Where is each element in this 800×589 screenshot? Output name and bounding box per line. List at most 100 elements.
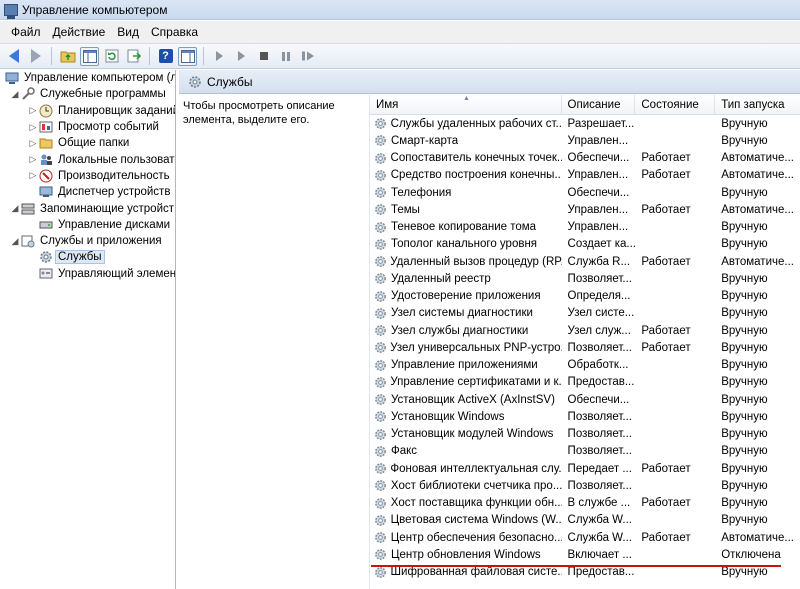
- service-row[interactable]: Хост поставщика функции обн... В службе .…: [370, 495, 800, 512]
- expand-icon[interactable]: ▷: [28, 154, 38, 165]
- service-row[interactable]: Темы Управлен... Работает Автоматиче...: [370, 201, 800, 218]
- service-row[interactable]: Управление сертификатами и к... Предостав…: [370, 374, 800, 391]
- service-row[interactable]: Управление приложениями Обработк... Вручну…: [370, 357, 800, 374]
- up-folder-icon[interactable]: [58, 47, 77, 66]
- tree-item[interactable]: ▷ Производительность: [0, 168, 175, 184]
- column-description[interactable]: Описание: [562, 95, 636, 114]
- service-row[interactable]: Теневое копирование тома Управлен... Вручн…: [370, 219, 800, 236]
- service-name: Узел системы диагностики: [391, 307, 533, 320]
- show-hide-tree-icon[interactable]: [80, 46, 99, 66]
- tree-item[interactable]: ▷ Общие папки: [0, 135, 175, 151]
- column-status[interactable]: Состояние: [635, 95, 716, 114]
- service-row[interactable]: Службы удаленных рабочих ст... Разрешает.…: [370, 115, 800, 132]
- tree-item[interactable]: Службы: [0, 249, 175, 265]
- service-row[interactable]: Хост библиотеки счетчика про... Позволяет…: [370, 477, 800, 494]
- forward-icon[interactable]: [26, 47, 45, 66]
- menu-action[interactable]: Действие: [47, 25, 112, 39]
- service-description: Управлен...: [567, 203, 629, 216]
- expand-icon[interactable]: ▷: [28, 138, 38, 149]
- service-row[interactable]: Удаленный вызов процедур (RP... Служба R.…: [370, 253, 800, 270]
- service-name-cell: Теневое копирование тома: [370, 221, 562, 234]
- service-status: Работает: [641, 341, 691, 354]
- toolbar-separator: [51, 47, 52, 65]
- show-hide-action-icon[interactable]: [178, 46, 197, 66]
- service-startup-type: Автоматиче...: [721, 255, 794, 268]
- service-row[interactable]: Телефония Обеспечи... Вручную: [370, 184, 800, 201]
- service-description: Узел служ...: [567, 324, 631, 337]
- tree-item[interactable]: Управление дисками: [0, 217, 175, 233]
- start-service-alt-icon[interactable]: [232, 47, 251, 66]
- tree-item[interactable]: ▷ Локальные пользовате: [0, 151, 175, 167]
- event-viewer-icon: [39, 120, 53, 134]
- menu-view[interactable]: Вид: [111, 25, 145, 39]
- tree-item[interactable]: ▷ Просмотр событий: [0, 119, 175, 135]
- service-description: Служба W...: [567, 531, 632, 544]
- collapse-icon[interactable]: ◢: [10, 203, 20, 214]
- service-name: Управление приложениями: [391, 359, 538, 372]
- service-row[interactable]: Тополог канального уровня Создает ка... Вр…: [370, 236, 800, 253]
- service-row[interactable]: Узел универсальных PNP-устро... Позволяет…: [370, 339, 800, 356]
- service-row[interactable]: Узел службы диагностики Узел служ... Работ…: [370, 322, 800, 339]
- export-icon[interactable]: [124, 47, 143, 66]
- service-row[interactable]: Сопоставитель конечных точек... Обеспечи.…: [370, 150, 800, 167]
- tree-item[interactable]: Управляющий элемен: [0, 266, 175, 282]
- service-name-cell: Удаленный вызов процедур (RP...: [370, 255, 562, 268]
- tree-item[interactable]: ◢ Служебные программы: [0, 86, 175, 102]
- service-row[interactable]: Удостоверение приложения Определя... Вручн…: [370, 288, 800, 305]
- service-startup-type: Отключена: [721, 548, 781, 561]
- service-row[interactable]: Факс Позволяет... Вручную: [370, 443, 800, 460]
- service-name-cell: Установщик модулей Windows: [370, 428, 562, 441]
- expand-icon[interactable]: ▷: [28, 105, 38, 116]
- service-description: Предостав...: [567, 376, 635, 389]
- pause-service-icon[interactable]: [276, 47, 295, 66]
- service-row[interactable]: Средство построения конечны... Управлен..…: [370, 167, 800, 184]
- service-row[interactable]: Центр обновления Windows Включает ... Откл…: [370, 546, 800, 563]
- service-startup-type: Автоматиче...: [721, 152, 794, 165]
- service-row[interactable]: Цветовая система Windows (W... Служба W..…: [370, 512, 800, 529]
- service-name-cell: Узел универсальных PNP-устро...: [370, 341, 562, 354]
- service-name: Удаленный реестр: [391, 272, 491, 285]
- tree-item[interactable]: ◢ Службы и приложения: [0, 233, 175, 249]
- tree-item[interactable]: ▷ Планировщик заданий: [0, 103, 175, 119]
- tree-item-label: Производительность: [58, 169, 170, 182]
- stop-service-icon[interactable]: [254, 47, 273, 66]
- service-name-cell: Управление приложениями: [370, 359, 562, 372]
- tree-item[interactable]: Диспетчер устройств: [0, 184, 175, 200]
- start-service-icon[interactable]: [210, 47, 229, 66]
- service-gear-icon: [374, 445, 391, 458]
- service-row[interactable]: Установщик ActiveX (AxInstSV) Обеспечи...…: [370, 391, 800, 408]
- menu-help[interactable]: Справка: [145, 25, 204, 39]
- computer-management-icon: [5, 71, 19, 85]
- description-text: Чтобы просмотреть описание элемента, выд…: [183, 100, 335, 126]
- service-row[interactable]: Установщик модулей Windows Позволяет... Вр…: [370, 426, 800, 443]
- restart-service-icon[interactable]: [298, 47, 317, 66]
- service-startup-type: Автоматиче...: [721, 531, 794, 544]
- service-name-cell: Средство построения конечны...: [370, 169, 562, 182]
- refresh-icon[interactable]: [102, 47, 121, 66]
- service-row[interactable]: Фоновая интеллектуальная слу... Передает …: [370, 460, 800, 477]
- toolbar-separator: [149, 47, 150, 65]
- column-startup-type[interactable]: Тип запуска: [715, 95, 800, 114]
- tree-root[interactable]: Управление компьютером (л: [0, 70, 175, 86]
- service-row[interactable]: Смарт-карта Управлен... Вручную: [370, 132, 800, 149]
- service-gear-icon: [374, 359, 391, 372]
- toolbar: ?: [0, 43, 800, 69]
- service-description: Позволяет...: [567, 479, 633, 492]
- expand-icon[interactable]: ▷: [28, 170, 38, 181]
- menu-file[interactable]: Файл: [5, 25, 47, 39]
- expand-icon[interactable]: ▷: [28, 122, 38, 133]
- service-row[interactable]: Удаленный реестр Позволяет... Вручную: [370, 270, 800, 287]
- storage-icon: [21, 202, 35, 216]
- tree-item[interactable]: ◢ Запоминающие устройст: [0, 200, 175, 216]
- service-row[interactable]: Узел системы диагностики Узел систе... Вру…: [370, 305, 800, 322]
- collapse-icon[interactable]: ◢: [10, 89, 20, 100]
- collapse-icon[interactable]: ◢: [10, 236, 20, 247]
- service-gear-icon: [374, 117, 391, 130]
- service-row[interactable]: Центр обеспечения безопасно... Служба W..…: [370, 529, 800, 546]
- help-icon[interactable]: ?: [156, 47, 175, 66]
- back-icon[interactable]: [4, 47, 23, 66]
- service-row[interactable]: Установщик Windows Позволяет... Вручную: [370, 408, 800, 425]
- service-status: Работает: [641, 169, 691, 182]
- service-status: Работает: [641, 255, 691, 268]
- service-description: Управлен...: [567, 221, 629, 234]
